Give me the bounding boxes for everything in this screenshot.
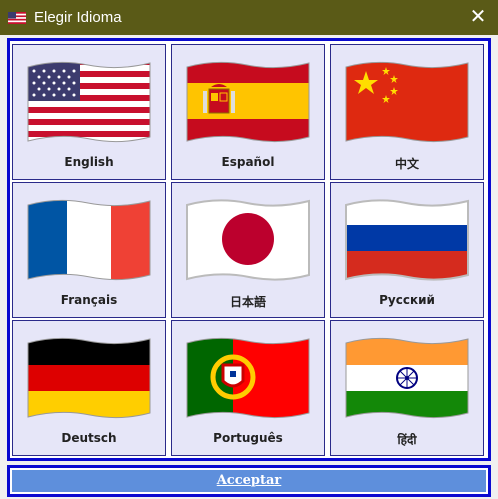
russia-flag-icon	[345, 199, 469, 281]
language-label: हिंदी	[397, 433, 417, 447]
accept-button-frame: Acceptar	[7, 465, 491, 497]
germany-flag-icon	[27, 337, 151, 419]
language-grid: English Español 中文 Français 日本語 Русский …	[7, 38, 491, 461]
language-label: Русский	[379, 293, 435, 307]
language-option-japanese[interactable]: 日本語	[171, 182, 325, 318]
language-label: 中文	[394, 157, 419, 171]
language-option-german[interactable]: Deutsch	[12, 320, 166, 456]
language-dialog: Elegir Idioma ✕ English Español 中文 Franç…	[0, 0, 498, 499]
window-title: Elegir Idioma	[34, 9, 122, 26]
japan-flag-icon	[186, 199, 310, 281]
portugal-flag-icon	[186, 337, 310, 419]
language-label: Português	[213, 431, 283, 445]
language-option-spanish[interactable]: Español	[171, 44, 325, 180]
language-label: English	[64, 155, 114, 169]
spain-flag-icon	[186, 61, 310, 143]
title-bar: Elegir Idioma ✕	[0, 0, 498, 35]
language-label: Deutsch	[61, 431, 117, 445]
close-button[interactable]: ✕	[464, 4, 492, 30]
language-label: Español	[221, 155, 275, 169]
language-option-english[interactable]: English	[12, 44, 166, 180]
india-flag-icon	[345, 337, 469, 419]
france-flag-icon	[27, 199, 151, 281]
us-flag-icon	[8, 11, 26, 24]
accept-button[interactable]: Acceptar	[12, 470, 486, 492]
language-label: Français	[60, 293, 118, 307]
language-option-chinese[interactable]: 中文	[330, 44, 484, 180]
us-flag-icon	[27, 61, 151, 143]
china-flag-icon	[345, 61, 469, 143]
language-option-portuguese[interactable]: Português	[171, 320, 325, 456]
language-option-hindi[interactable]: हिंदी	[330, 320, 484, 456]
language-label: 日本語	[229, 295, 266, 309]
language-option-russian[interactable]: Русский	[330, 182, 484, 318]
language-option-french[interactable]: Français	[12, 182, 166, 318]
